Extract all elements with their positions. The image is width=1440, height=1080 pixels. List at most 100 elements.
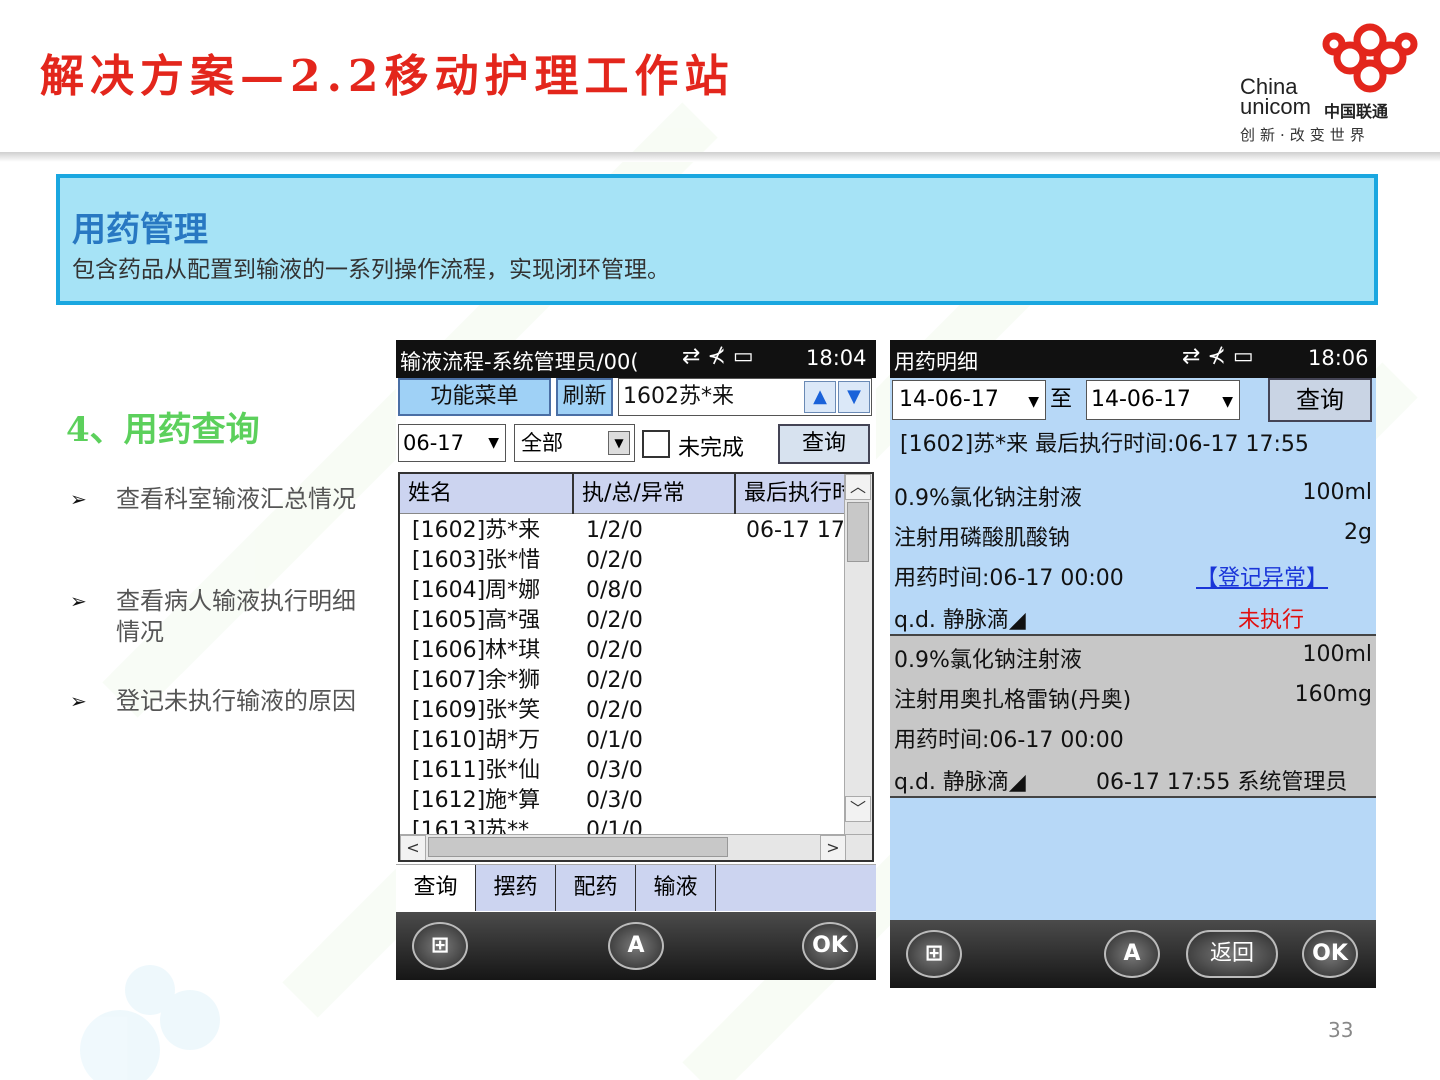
table-row[interactable]: [1611]张*仙 0/3/0	[400, 756, 848, 786]
to-date-select[interactable]: 14-06-17 ▼	[1086, 380, 1240, 420]
drug-dose: 160mg	[1294, 682, 1372, 707]
scroll-down-button[interactable]: ▼	[838, 381, 870, 413]
logo-text-unicom: unicom	[1240, 94, 1311, 119]
window-title: 用药明细	[894, 350, 978, 374]
status-icons: ⇄ ⊀ ▭	[1182, 344, 1254, 369]
windows-start-icon[interactable]: ⊞	[906, 930, 962, 978]
refresh-button[interactable]: 刷新	[556, 378, 613, 416]
table-cell: [1610]胡*万	[412, 728, 541, 753]
column-header-counts[interactable]: 执/总/异常	[574, 474, 736, 514]
tab-infusion[interactable]: 输液	[636, 865, 716, 911]
frequency-route: q.d. 静脉滴◢	[894, 770, 1026, 795]
table-cell: [1605]高*强	[412, 608, 541, 633]
table-cell: 0/2/0	[586, 608, 643, 633]
drug-dose: 100ml	[1302, 642, 1372, 667]
bullet-text: 查看病人输液执行明细情况	[116, 587, 356, 646]
column-header-last-exec[interactable]: 最后执行时	[736, 474, 848, 514]
date-select-value: 06-17	[403, 431, 465, 455]
tab-strip-fill	[716, 865, 876, 911]
table-cell: 06-17 17	[746, 518, 845, 543]
chevron-down-icon: ▼	[488, 435, 499, 451]
logo-slogan: 创新·改变世界	[1240, 126, 1370, 144]
scroll-thumb[interactable]	[428, 837, 728, 857]
ok-button[interactable]: OK	[802, 922, 858, 970]
phone-screen-medication-detail: 用药明细 ⇄ ⊀ ▭ 18:06 14-06-17 ▼ 至 14-06-17 ▼…	[890, 340, 1376, 988]
drug-name: 注射用奥扎格雷钠(丹奥)	[894, 688, 1132, 713]
to-label: 至	[1050, 387, 1073, 412]
tab-dispense[interactable]: 配药	[556, 865, 636, 911]
status-icons: ⇄ ⊀ ▭	[682, 344, 754, 369]
frequency-route: q.d. 静脉滴◢	[894, 608, 1026, 633]
chevron-down-icon: ▼	[608, 431, 630, 455]
function-menu-button[interactable]: 功能菜单	[398, 378, 551, 416]
table-header: 姓名 执/总/异常 最后执行时	[400, 474, 872, 514]
infusion-summary-table: 姓名 执/总/异常 最后执行时 [1602]苏*来 1/2/0 06-17 17 [1…	[398, 472, 874, 862]
status-select[interactable]: 全部 ▼	[514, 424, 635, 462]
table-cell: 0/8/0	[586, 578, 643, 603]
scroll-up-button[interactable]: ▲	[804, 381, 836, 413]
table-cell: [1609]张*笑	[412, 698, 541, 723]
execution-status: 06-17 17:55 系统管理员	[1096, 770, 1348, 795]
bullet-item: ➢ 登记未执行输液的原因	[70, 686, 370, 717]
table-cell: 0/2/0	[586, 548, 643, 573]
back-button[interactable]: 返回	[1186, 930, 1278, 978]
bottom-tabs: 查询 摆药 配药 输液	[396, 864, 876, 911]
chevron-down-icon[interactable]: ﹀	[845, 796, 871, 822]
bullet-text: 查看科室输液汇总情况	[116, 485, 356, 513]
unicom-knot-icon	[1322, 23, 1418, 93]
chevron-left-icon[interactable]: <	[400, 835, 426, 860]
table-row[interactable]: [1609]张*笑 0/2/0	[400, 696, 848, 726]
section-heading: 4、用药查询	[66, 410, 260, 450]
patient-info: [1602]苏*来 最后执行时间:06-17 17:55	[900, 432, 1309, 457]
clock: 18:06	[1308, 346, 1369, 370]
table-row[interactable]: [1606]林*琪 0/2/0	[400, 636, 848, 666]
scroll-thumb[interactable]	[847, 502, 869, 562]
bullet-arrow-icon: ➢	[70, 487, 87, 511]
status-bar: 输液流程-系统管理员/00( ⇄ ⊀ ▭ 18:04	[396, 340, 876, 378]
bullet-arrow-icon: ➢	[70, 689, 87, 713]
page-number: 33	[1328, 1018, 1354, 1042]
list-item[interactable]: 0.9%氯化钠注射液 100ml 注射用磷酸肌酸钠 2g 用药时间:06-17 …	[890, 474, 1376, 636]
table-cell: 0/2/0	[586, 638, 643, 663]
drug-name: 0.9%氯化钠注射液	[894, 486, 1082, 511]
column-header-name[interactable]: 姓名	[400, 474, 574, 514]
table-row[interactable]: [1607]余*狮 0/2/0	[400, 666, 848, 696]
table-row[interactable]: [1605]高*强 0/2/0	[400, 606, 848, 636]
table-cell: [1602]苏*来	[412, 518, 541, 543]
chevron-down-icon: ▼	[1222, 394, 1233, 410]
horizontal-scrollbar[interactable]: < >	[400, 834, 872, 860]
list-item[interactable]: 0.9%氯化钠注射液 100ml 注射用奥扎格雷钠(丹奥) 160mg 用药时间…	[890, 636, 1376, 798]
bullet-text: 登记未执行输液的原因	[116, 687, 356, 715]
date-select[interactable]: 06-17 ▼	[398, 424, 506, 462]
vertical-scrollbar[interactable]: ︿ ﹀	[844, 474, 872, 840]
table-cell: 0/1/0	[586, 728, 643, 753]
chevron-right-icon[interactable]: >	[820, 835, 846, 860]
table-cell: [1603]张*惜	[412, 548, 541, 573]
table-body: [1602]苏*来 1/2/0 06-17 17 [1603]张*惜 0/2/0 [160…	[400, 516, 848, 846]
medication-time: 用药时间:06-17 00:00	[894, 566, 1124, 591]
incomplete-checkbox[interactable]	[642, 430, 670, 458]
register-exception-link[interactable]: 【登记异常】	[1196, 560, 1328, 592]
table-cell: 1/2/0	[586, 518, 643, 543]
query-button[interactable]: 查询	[1268, 378, 1372, 422]
execution-status: 未执行	[1238, 608, 1305, 633]
table-row[interactable]: [1610]胡*万 0/1/0	[400, 726, 848, 756]
from-date-select[interactable]: 14-06-17 ▼	[892, 380, 1046, 420]
chevron-up-icon[interactable]: ︿	[845, 474, 871, 500]
table-cell: 0/2/0	[586, 698, 643, 723]
table-row[interactable]: [1604]周*娜 0/8/0	[400, 576, 848, 606]
ok-button[interactable]: OK	[1302, 930, 1358, 978]
windows-start-icon[interactable]: ⊞	[412, 922, 468, 970]
table-cell: [1606]林*琪	[412, 638, 541, 663]
table-row[interactable]: [1602]苏*来 1/2/0 06-17 17	[400, 516, 848, 546]
table-row[interactable]: [1603]张*惜 0/2/0	[400, 546, 848, 576]
tab-query[interactable]: 查询	[396, 865, 476, 911]
keyboard-icon[interactable]: A	[608, 922, 664, 970]
query-button[interactable]: 查询	[778, 424, 870, 464]
table-cell: 0/2/0	[586, 668, 643, 693]
bullet-item: ➢ 查看病人输液执行明细情况	[70, 586, 370, 648]
tab-arrange[interactable]: 摆药	[476, 865, 556, 911]
keyboard-icon[interactable]: A	[1104, 930, 1160, 978]
drug-name: 0.9%氯化钠注射液	[894, 648, 1082, 673]
table-row[interactable]: [1612]施*算 0/3/0	[400, 786, 848, 816]
